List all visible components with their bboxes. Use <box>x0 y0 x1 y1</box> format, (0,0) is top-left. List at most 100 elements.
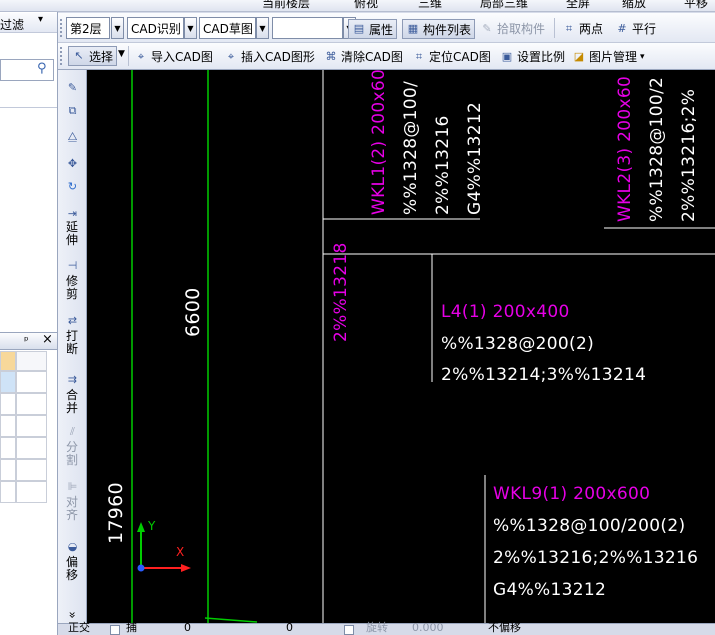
grid-cell[interactable] <box>0 371 16 393</box>
cad-draft-select[interactable]: CAD草图 <box>199 17 256 39</box>
toolbar-grip[interactable] <box>60 19 63 37</box>
grid-cell[interactable] <box>0 393 16 415</box>
ortho-checkbox[interactable] <box>110 625 120 635</box>
wkl1-rebar[interactable]: 2%%13216 <box>433 115 453 215</box>
select-dropdown-icon[interactable]: ▼ <box>118 49 125 59</box>
two-points-icon: ⌗ <box>565 21 573 35</box>
extend-label[interactable]: 延伸 <box>65 221 79 247</box>
dimension-17960[interactable]: 17960 <box>105 482 127 544</box>
component-list-button[interactable]: ▦ 构件列表 <box>402 19 476 39</box>
grid-cell[interactable] <box>16 459 47 481</box>
top-current-floor[interactable]: 当前楼层 <box>262 0 310 11</box>
rebar-2-13218[interactable]: 2%%13218 <box>331 242 351 342</box>
align-label[interactable]: 对齐 <box>65 496 79 522</box>
break-label[interactable]: 打断 <box>65 330 79 356</box>
grid-cell[interactable] <box>0 415 16 437</box>
search-icon[interactable]: ⚲ <box>37 61 47 76</box>
rotate-angle-value[interactable]: 0.000 <box>412 622 444 634</box>
merge-label[interactable]: 合并 <box>65 389 79 415</box>
merge-icon[interactable]: ⇉ <box>58 373 87 386</box>
locate-cad-label: 定位CAD图 <box>429 50 491 64</box>
trim-label[interactable]: 修剪 <box>65 275 79 301</box>
offset-x-value[interactable]: 0 <box>184 622 191 634</box>
offset-y-value[interactable]: 0 <box>286 622 293 634</box>
wkl2-name[interactable]: WKL2(3) 200x60 <box>615 76 635 222</box>
tree-row[interactable] <box>0 84 57 108</box>
parallel-button[interactable]: # 平行 <box>615 20 656 37</box>
grid-cell[interactable] <box>0 459 16 481</box>
close-icon[interactable]: × <box>42 332 53 347</box>
empty-select[interactable] <box>272 17 343 39</box>
locate-cad-button[interactable]: ⌗ 定位CAD图 <box>412 48 491 65</box>
toolbar-grip[interactable] <box>60 47 63 65</box>
wkl9-stirrup[interactable]: %%1328@100/200(2) <box>493 516 685 536</box>
wkl2-rebar[interactable]: 2%%13216;2% <box>679 89 699 222</box>
extend-icon[interactable]: ⇥ <box>58 207 87 220</box>
floor-dropdown-icon[interactable]: ▼ <box>111 17 124 39</box>
top-local-3d-button[interactable]: 局部三维 <box>480 0 528 11</box>
set-scale-button[interactable]: ▣ 设置比例 <box>500 48 565 65</box>
wkl9-side-rebar[interactable]: G4%%13212 <box>493 580 606 600</box>
ortho-label[interactable]: 正交 <box>68 622 90 634</box>
mirror-icon[interactable]: ⧋ <box>58 130 87 144</box>
import-cad-button[interactable]: ⌖ 导入CAD图 <box>134 48 213 65</box>
grid-cell[interactable] <box>16 371 47 393</box>
wkl9-rebar[interactable]: 2%%13216;2%%13216 <box>493 548 698 568</box>
rotate-icon[interactable]: ↻ <box>58 180 87 193</box>
cad-recognize-dropdown-icon[interactable]: ▼ <box>184 17 197 39</box>
grid-cell[interactable] <box>16 393 47 415</box>
draw-pencil-icon[interactable]: ✎ <box>58 81 87 94</box>
filter-label[interactable]: 过滤 <box>0 16 24 33</box>
two-points-button[interactable]: ⌗ 两点 <box>562 20 603 37</box>
image-manage-button[interactable]: ◪ 图片管理 ▾ <box>572 48 645 65</box>
rotate-label[interactable]: 旋转 <box>366 622 388 634</box>
split-label[interactable]: 分割 <box>65 441 79 467</box>
break-icon[interactable]: ⇄ <box>58 314 87 327</box>
top-pan-button[interactable]: 平移 <box>684 0 708 11</box>
floor-select[interactable]: 第2层 <box>66 17 110 39</box>
insert-cad-button[interactable]: ⌖ 插入CAD图形 <box>224 48 315 65</box>
properties-button[interactable]: ▤ 属性 <box>348 19 398 39</box>
trim-icon[interactable]: ⊣ <box>58 259 87 272</box>
offset-icon[interactable]: ◒ <box>58 540 87 553</box>
filter-dropdown-icon[interactable]: ▾ <box>38 14 43 25</box>
not-offset-label[interactable]: 不偏移 <box>488 622 521 634</box>
wkl2-stirrup[interactable]: %%1328@100/2 <box>647 77 667 222</box>
wkl1-stirrup[interactable]: %%1328@100/ <box>401 81 421 215</box>
top-fullscreen-button[interactable]: 全屏 <box>566 0 590 11</box>
offset-label[interactable]: 偏移 <box>65 556 79 582</box>
property-grid <box>0 351 47 511</box>
grid-cell[interactable] <box>16 415 47 437</box>
grid-cell[interactable] <box>0 437 16 459</box>
l4-rebar[interactable]: 2%%13214;3%%13214 <box>441 365 646 385</box>
wkl1-side-rebar[interactable]: G4%%13212 <box>465 102 485 215</box>
l4-stirrup[interactable]: %%1328@200(2) <box>441 334 594 354</box>
top-3d-button[interactable]: 三维 <box>418 0 442 11</box>
drawing-canvas[interactable]: 6600 17960 Y X WKL1(2) 200x600 %%1328@10… <box>87 70 715 623</box>
cad-recognize-select[interactable]: CAD识别 <box>127 17 184 39</box>
ucs-y-label: Y <box>148 519 156 533</box>
pin-icon[interactable]: ᵖ <box>24 334 29 347</box>
grid-cell[interactable] <box>16 437 47 459</box>
dimension-6600[interactable]: 6600 <box>182 287 204 337</box>
grid-cell[interactable] <box>0 481 16 503</box>
pick-component-button[interactable]: ✎ 拾取构件 <box>480 20 545 37</box>
top-view-button[interactable]: 俯视 <box>354 0 378 11</box>
move-icon[interactable]: ✥ <box>58 157 87 170</box>
snap-label[interactable]: 捕 <box>126 622 137 634</box>
cad-recognize-value: CAD识别 <box>131 21 181 36</box>
search-input[interactable]: ⚲ <box>0 59 54 81</box>
rotate-checkbox[interactable] <box>344 625 354 635</box>
clear-cad-button[interactable]: ⌘ 清除CAD图 <box>324 48 403 65</box>
wkl9-name[interactable]: WKL9(1) 200x600 <box>493 484 650 504</box>
split-icon[interactable]: ⫽ <box>58 425 87 439</box>
copy-icon[interactable]: ⧉ <box>58 104 87 118</box>
align-icon[interactable]: ⊫ <box>58 480 87 493</box>
cad-draft-dropdown-icon[interactable]: ▼ <box>256 17 269 39</box>
pick-pencil-icon: ✎ <box>482 21 492 35</box>
wkl1-name[interactable]: WKL1(2) 200x600 <box>369 70 389 215</box>
top-zoom-button[interactable]: 缩放 <box>622 0 646 11</box>
l4-name[interactable]: L4(1) 200x400 <box>441 302 570 322</box>
select-button[interactable]: ↖ 选择 <box>68 46 118 66</box>
grid-cell[interactable] <box>16 481 47 503</box>
